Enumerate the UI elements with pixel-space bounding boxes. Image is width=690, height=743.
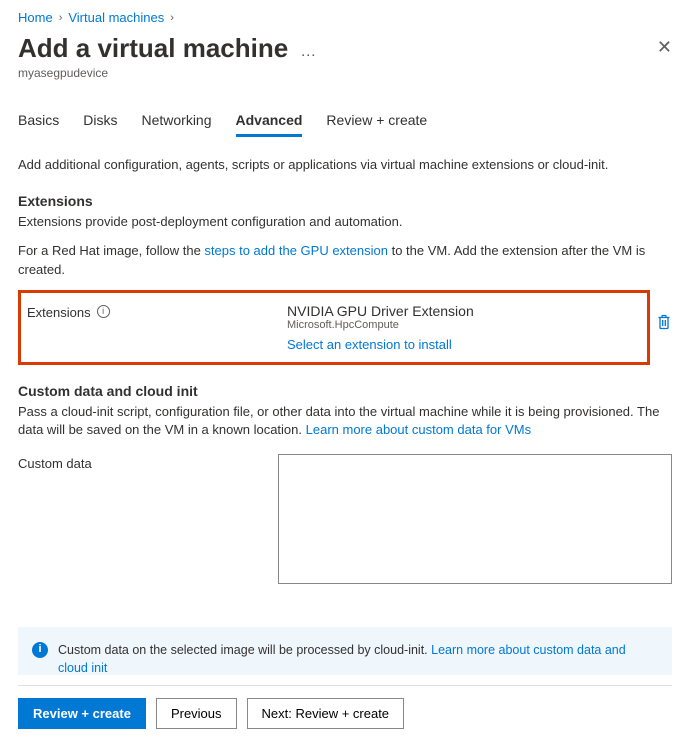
info-icon: i bbox=[32, 642, 48, 658]
breadcrumb-virtual-machines[interactable]: Virtual machines bbox=[68, 10, 164, 25]
info-bar-text: Custom data on the selected image will b… bbox=[58, 643, 431, 657]
page-title: Add a virtual machine bbox=[18, 33, 288, 64]
tab-review-create[interactable]: Review + create bbox=[326, 106, 427, 137]
delete-icon[interactable] bbox=[656, 314, 672, 330]
cloud-init-info-bar: i Custom data on the selected image will… bbox=[18, 627, 672, 675]
custom-data-heading: Custom data and cloud init bbox=[18, 383, 672, 399]
tab-advanced[interactable]: Advanced bbox=[236, 106, 303, 137]
extension-item-publisher: Microsoft.HpcCompute bbox=[287, 319, 641, 331]
tab-networking[interactable]: Networking bbox=[141, 106, 211, 137]
extensions-description: Extensions provide post-deployment confi… bbox=[18, 213, 672, 232]
breadcrumb-home[interactable]: Home bbox=[18, 10, 53, 25]
review-create-button[interactable]: Review + create bbox=[18, 698, 146, 729]
extensions-field-label: Extensions bbox=[27, 305, 91, 320]
custom-data-field-label: Custom data bbox=[18, 454, 278, 587]
previous-button[interactable]: Previous bbox=[156, 698, 237, 729]
custom-data-learn-more-link[interactable]: Learn more about custom data for VMs bbox=[306, 422, 531, 437]
select-extension-link[interactable]: Select an extension to install bbox=[287, 337, 452, 352]
page-subtitle: myasegpudevice bbox=[18, 66, 672, 80]
tabs: Basics Disks Networking Advanced Review … bbox=[18, 106, 672, 138]
custom-data-description: Pass a cloud-init script, configuration … bbox=[18, 403, 672, 441]
advanced-intro-text: Add additional configuration, agents, sc… bbox=[18, 156, 672, 175]
tab-disks[interactable]: Disks bbox=[83, 106, 117, 137]
close-button[interactable]: ✕ bbox=[657, 33, 672, 58]
more-actions-button[interactable]: … bbox=[300, 33, 316, 61]
chevron-right-icon: › bbox=[59, 12, 63, 24]
info-icon[interactable]: i bbox=[97, 305, 110, 318]
extension-item-name: NVIDIA GPU Driver Extension bbox=[287, 303, 641, 319]
extensions-heading: Extensions bbox=[18, 193, 672, 209]
custom-data-textarea[interactable] bbox=[278, 454, 672, 584]
breadcrumb: Home › Virtual machines › bbox=[18, 10, 672, 25]
tab-basics[interactable]: Basics bbox=[18, 106, 59, 137]
redhat-note-pre: For a Red Hat image, follow the bbox=[18, 243, 204, 258]
extensions-redhat-note: For a Red Hat image, follow the steps to… bbox=[18, 242, 672, 280]
chevron-right-icon: › bbox=[170, 12, 174, 24]
wizard-footer: Review + create Previous Next: Review + … bbox=[18, 685, 672, 743]
extensions-field-highlight: Extensions i NVIDIA GPU Driver Extension… bbox=[18, 290, 650, 365]
gpu-extension-steps-link[interactable]: steps to add the GPU extension bbox=[204, 243, 388, 258]
next-button[interactable]: Next: Review + create bbox=[247, 698, 405, 729]
